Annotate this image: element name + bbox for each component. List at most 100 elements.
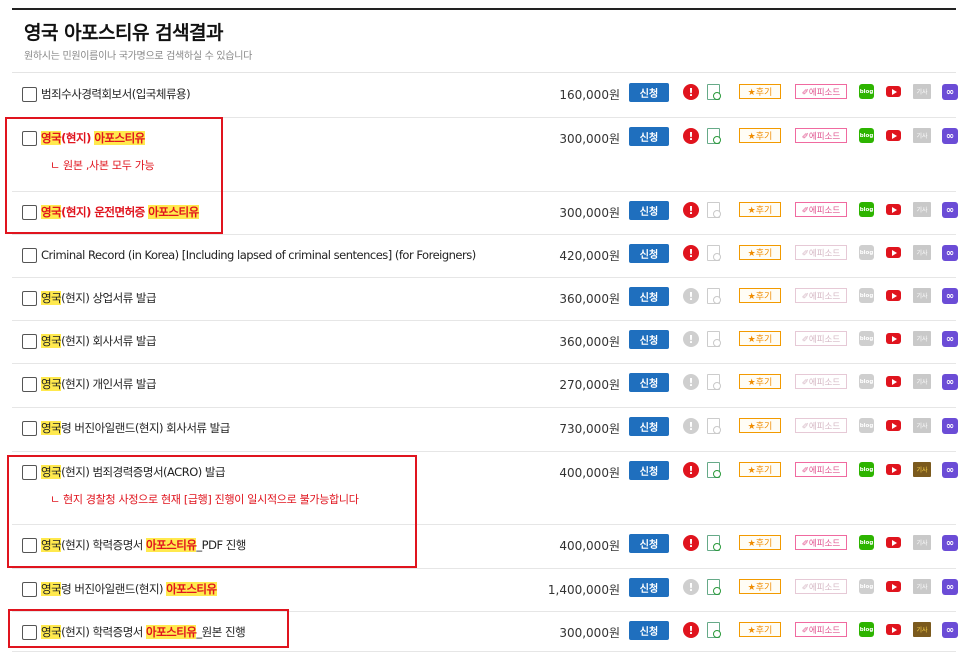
review-button[interactable]: ★후기 [739, 579, 781, 594]
apply-button[interactable]: 신청 [629, 373, 669, 392]
document-preview-icon[interactable] [707, 579, 721, 595]
episode-button[interactable]: ✐에피소드 [795, 331, 847, 346]
link-icon[interactable]: ∞ [942, 331, 958, 347]
blog-icon[interactable]: blog [859, 622, 874, 637]
episode-button[interactable]: ✐에피소드 [795, 535, 847, 550]
document-name-link[interactable]: 영국(현지) 상업서류 발급 [41, 290, 157, 306]
episode-button[interactable]: ✐에피소드 [795, 579, 847, 594]
alert-icon[interactable]: ! [683, 202, 699, 218]
select-checkbox[interactable] [22, 333, 37, 349]
apply-button[interactable]: 신청 [629, 201, 669, 220]
youtube-icon[interactable] [886, 420, 901, 431]
link-icon[interactable]: ∞ [942, 579, 958, 595]
document-name-link[interactable]: 영국(현지) 학력증명서 아포스티유_원본 진행 [41, 624, 246, 640]
press-icon[interactable]: 기사 [913, 202, 931, 217]
episode-button[interactable]: ✐에피소드 [795, 462, 847, 477]
apply-button[interactable]: 신청 [629, 578, 669, 597]
episode-button[interactable]: ✐에피소드 [795, 128, 847, 143]
review-button[interactable]: ★후기 [739, 331, 781, 346]
apply-button[interactable]: 신청 [629, 287, 669, 306]
document-preview-icon[interactable] [707, 622, 721, 638]
episode-button[interactable]: ✐에피소드 [795, 288, 847, 303]
link-icon[interactable]: ∞ [942, 622, 958, 638]
select-checkbox[interactable] [22, 130, 37, 146]
youtube-icon[interactable] [886, 130, 901, 141]
apply-button[interactable]: 신청 [629, 127, 669, 146]
blog-icon[interactable]: blog [859, 128, 874, 143]
episode-button[interactable]: ✐에피소드 [795, 202, 847, 217]
review-button[interactable]: ★후기 [739, 374, 781, 389]
document-preview-icon[interactable] [707, 535, 721, 551]
press-icon[interactable]: 기사 [913, 462, 931, 477]
apply-button[interactable]: 신청 [629, 621, 669, 640]
blog-icon[interactable]: blog [859, 331, 874, 346]
alert-icon[interactable]: ! [683, 579, 699, 595]
blog-icon[interactable]: blog [859, 374, 874, 389]
document-name-link[interactable]: 영국(현지) 회사서류 발급 [41, 333, 157, 349]
document-name-link[interactable]: 영국(현지) 범죄경력증명서(ACRO) 발급 [41, 464, 226, 480]
press-icon[interactable]: 기사 [913, 288, 931, 303]
document-preview-icon[interactable] [707, 462, 721, 478]
apply-button[interactable]: 신청 [629, 461, 669, 480]
alert-icon[interactable]: ! [683, 128, 699, 144]
alert-icon[interactable]: ! [683, 245, 699, 261]
episode-button[interactable]: ✐에피소드 [795, 418, 847, 433]
blog-icon[interactable]: blog [859, 288, 874, 303]
youtube-icon[interactable] [886, 290, 901, 301]
apply-button[interactable]: 신청 [629, 83, 669, 102]
youtube-icon[interactable] [886, 537, 901, 548]
blog-icon[interactable]: blog [859, 418, 874, 433]
document-name-link[interactable]: Criminal Record (in Korea) [Including la… [41, 248, 476, 262]
document-name-link[interactable]: 영국령 버진아일랜드(현지) 아포스티유 [41, 581, 217, 597]
episode-button[interactable]: ✐에피소드 [795, 84, 847, 99]
youtube-icon[interactable] [886, 247, 901, 258]
youtube-icon[interactable] [886, 204, 901, 215]
alert-icon[interactable]: ! [683, 535, 699, 551]
youtube-icon[interactable] [886, 624, 901, 635]
link-icon[interactable]: ∞ [942, 418, 958, 434]
alert-icon[interactable]: ! [683, 84, 699, 100]
blog-icon[interactable]: blog [859, 462, 874, 477]
document-name-link[interactable]: 영국(현지) 운전면허증 아포스티유 [41, 204, 199, 220]
press-icon[interactable]: 기사 [913, 418, 931, 433]
select-checkbox[interactable] [22, 624, 37, 640]
press-icon[interactable]: 기사 [913, 84, 931, 99]
link-icon[interactable]: ∞ [942, 535, 958, 551]
select-checkbox[interactable] [22, 376, 37, 392]
link-icon[interactable]: ∞ [942, 374, 958, 390]
review-button[interactable]: ★후기 [739, 202, 781, 217]
apply-button[interactable]: 신청 [629, 330, 669, 349]
document-preview-icon[interactable] [707, 331, 721, 347]
document-name-link[interactable]: 영국(현지) 아포스티유 [41, 130, 145, 146]
youtube-icon[interactable] [886, 86, 901, 97]
youtube-icon[interactable] [886, 333, 901, 344]
press-icon[interactable]: 기사 [913, 128, 931, 143]
youtube-icon[interactable] [886, 464, 901, 475]
blog-icon[interactable]: blog [859, 579, 874, 594]
document-preview-icon[interactable] [707, 245, 721, 261]
review-button[interactable]: ★후기 [739, 418, 781, 433]
document-preview-icon[interactable] [707, 128, 721, 144]
press-icon[interactable]: 기사 [913, 622, 931, 637]
link-icon[interactable]: ∞ [942, 84, 958, 100]
select-checkbox[interactable] [22, 537, 37, 553]
alert-icon[interactable]: ! [683, 331, 699, 347]
press-icon[interactable]: 기사 [913, 579, 931, 594]
episode-button[interactable]: ✐에피소드 [795, 245, 847, 260]
blog-icon[interactable]: blog [859, 202, 874, 217]
episode-button[interactable]: ✐에피소드 [795, 374, 847, 389]
document-name-link[interactable]: 영국(현지) 학력증명서 아포스티유_PDF 진행 [41, 537, 246, 553]
review-button[interactable]: ★후기 [739, 462, 781, 477]
review-button[interactable]: ★후기 [739, 535, 781, 550]
press-icon[interactable]: 기사 [913, 331, 931, 346]
document-preview-icon[interactable] [707, 84, 721, 100]
document-name-link[interactable]: 영국(현지) 개인서류 발급 [41, 376, 157, 392]
alert-icon[interactable]: ! [683, 462, 699, 478]
apply-button[interactable]: 신청 [629, 534, 669, 553]
episode-button[interactable]: ✐에피소드 [795, 622, 847, 637]
apply-button[interactable]: 신청 [629, 417, 669, 436]
review-button[interactable]: ★후기 [739, 128, 781, 143]
document-preview-icon[interactable] [707, 374, 721, 390]
youtube-icon[interactable] [886, 581, 901, 592]
select-checkbox[interactable] [22, 290, 37, 306]
